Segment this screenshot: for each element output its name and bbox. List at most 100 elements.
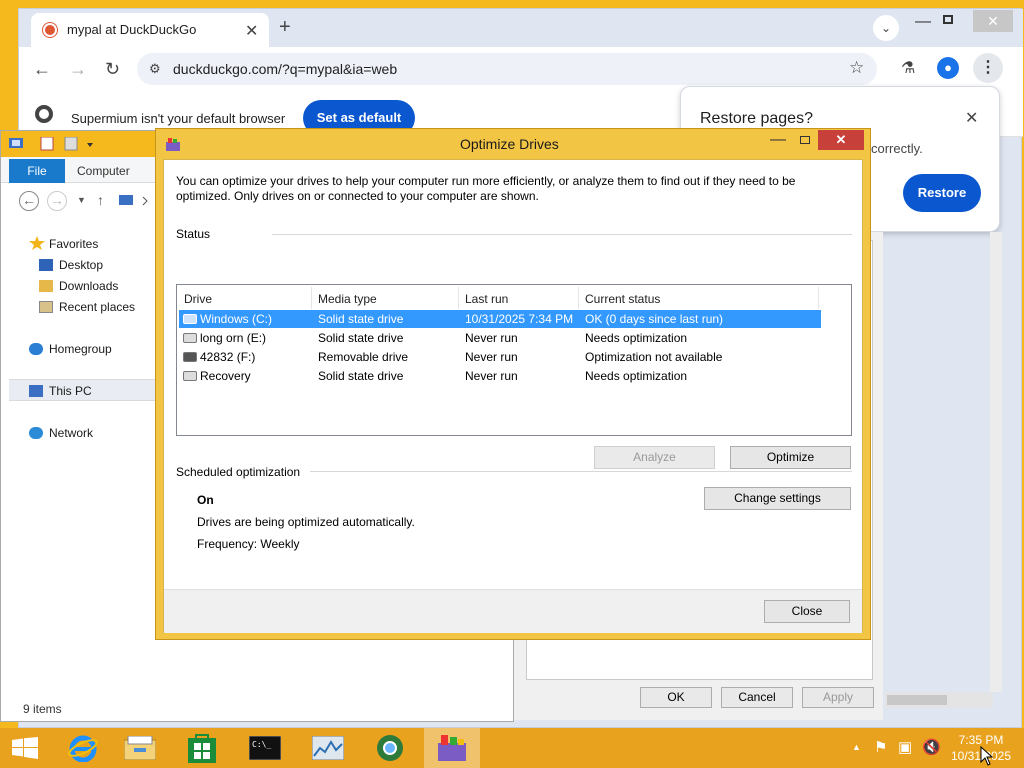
removable-drive-icon: [183, 352, 197, 362]
close-button[interactable]: Close: [764, 600, 850, 623]
desktop-icon: [39, 259, 53, 271]
site-settings-icon[interactable]: ⚙: [149, 61, 161, 77]
this-pc-icon: [29, 385, 43, 397]
col-header-media-type[interactable]: Media type: [318, 292, 377, 306]
col-header-drive[interactable]: Drive: [184, 292, 212, 306]
performance-monitor-icon: [312, 736, 344, 760]
taskbar-optimize-drives[interactable]: [424, 728, 480, 768]
back-icon[interactable]: ←: [33, 59, 51, 80]
address-bar[interactable]: ⚙ duckduckgo.com/?q=mypal&ia=web ☆: [137, 53, 877, 85]
tab-title: mypal at DuckDuckGo: [67, 22, 197, 37]
tree-item-desktop[interactable]: Desktop: [59, 258, 103, 272]
bookmark-star-icon[interactable]: ☆: [849, 58, 864, 78]
quick-access-toolbar-icon[interactable]: [9, 137, 99, 151]
taskbar-command-prompt[interactable]: C:\_: [237, 728, 293, 768]
scrollbar-thumb[interactable]: [887, 695, 947, 705]
explorer-back-icon[interactable]: ←: [19, 191, 39, 211]
drive-last-run: Never run: [465, 369, 518, 383]
drive-last-run: Never run: [465, 331, 518, 345]
up-icon[interactable]: ↑: [97, 192, 104, 208]
taskbar-ie[interactable]: [56, 728, 112, 768]
scheduled-divider: [310, 471, 852, 472]
dialog-maximize-icon[interactable]: [800, 136, 810, 144]
chromium-logo-icon: [35, 105, 53, 123]
change-settings-button[interactable]: Change settings: [704, 487, 851, 510]
dialog-close-icon[interactable]: ✕: [818, 130, 864, 150]
taskbar-performance[interactable]: [300, 728, 356, 768]
restore-close-icon[interactable]: ✕: [965, 108, 978, 128]
file-explorer-icon: [124, 736, 156, 760]
infobar-message: Supermium isn't your default browser: [71, 111, 286, 126]
favorites-star-icon: [29, 236, 45, 250]
show-hidden-icons-icon[interactable]: ▲: [852, 742, 861, 752]
apply-button[interactable]: Apply: [802, 687, 874, 708]
col-separator: [458, 287, 459, 309]
browser-minimize-icon[interactable]: —: [915, 13, 931, 31]
ribbon-file-tab[interactable]: File: [9, 159, 65, 183]
tree-item-network[interactable]: Network: [49, 426, 93, 440]
page-horizontal-scrollbar[interactable]: [885, 692, 993, 708]
browser-tab[interactable]: mypal at DuckDuckGo ✕: [31, 13, 269, 47]
reload-icon[interactable]: ↻: [105, 59, 120, 80]
taskbar-file-explorer[interactable]: [112, 728, 168, 768]
drive-media-type: Solid state drive: [318, 312, 404, 326]
cancel-button[interactable]: Cancel: [721, 687, 793, 708]
dialog-title: Optimize Drives: [460, 136, 559, 152]
tree-item-this-pc[interactable]: This PC: [49, 384, 92, 398]
tree-item-favorites[interactable]: Favorites: [49, 237, 98, 251]
dialog-footer: Close: [164, 589, 862, 633]
restore-button[interactable]: Restore: [903, 174, 981, 212]
col-header-current-status[interactable]: Current status: [585, 292, 660, 306]
new-tab-icon[interactable]: +: [279, 16, 291, 39]
tree-item-recent-places[interactable]: Recent places: [59, 300, 135, 314]
volume-muted-icon[interactable]: 🔇: [922, 738, 941, 756]
analyze-button[interactable]: Analyze: [594, 446, 715, 469]
profile-avatar-icon[interactable]: ●: [937, 57, 959, 79]
labs-flask-icon[interactable]: ⚗: [901, 58, 915, 78]
drive-last-run: 10/31/2025 7:34 PM: [465, 312, 574, 326]
drive-row-42832-f[interactable]: 42832 (F:) Removable drive Never run Opt…: [179, 348, 821, 366]
drive-media-type: Solid state drive: [318, 369, 404, 383]
drive-last-run: Never run: [465, 350, 518, 364]
drive-row-windows-c[interactable]: Windows (C:) Solid state drive 10/31/202…: [179, 310, 821, 328]
tab-close-icon[interactable]: ✕: [245, 21, 258, 41]
scheduled-description: Drives are being optimized automatically…: [197, 515, 415, 529]
drive-disk-icon: [183, 371, 197, 381]
drive-row-recovery[interactable]: Recovery Solid state drive Never run Nee…: [179, 367, 821, 385]
page-vertical-scrollbar[interactable]: [990, 232, 1002, 692]
downloads-folder-icon: [39, 280, 53, 292]
url-text: duckduckgo.com/?q=mypal&ia=web: [173, 61, 398, 77]
scheduled-state: On: [197, 493, 214, 507]
ribbon-computer-tab[interactable]: Computer: [77, 164, 130, 178]
recent-locations-icon[interactable]: ▼: [77, 195, 86, 205]
browser-close-icon[interactable]: ✕: [973, 10, 1013, 32]
forward-icon[interactable]: →: [69, 59, 87, 80]
browser-menu-icon[interactable]: ⋮: [973, 53, 1003, 83]
tree-item-homegroup[interactable]: Homegroup: [49, 342, 112, 356]
dialog-description: You can optimize your drives to help you…: [176, 174, 796, 203]
location-pc-icon[interactable]: [119, 195, 149, 207]
taskbar-browser[interactable]: [362, 728, 418, 768]
tree-item-downloads[interactable]: Downloads: [59, 279, 118, 293]
drives-list[interactable]: Drive Media type Last run Current status…: [176, 284, 852, 436]
ok-button[interactable]: OK: [640, 687, 712, 708]
taskbar: C:\_ ▲ ⚑ ▣ 🔇 7:35 PM 10/31/2025: [0, 728, 1024, 768]
dialog-minimize-icon[interactable]: —: [770, 131, 786, 149]
browser-maximize-icon[interactable]: [943, 15, 953, 24]
drive-media-type: Removable drive: [318, 350, 409, 364]
action-center-flag-icon[interactable]: ⚑: [874, 738, 887, 756]
optimize-button[interactable]: Optimize: [730, 446, 851, 469]
network-icon: [29, 427, 43, 439]
start-button[interactable]: [0, 728, 56, 768]
tab-search-icon[interactable]: ⌄: [873, 15, 899, 41]
supermium-browser-icon: [377, 735, 403, 761]
col-separator: [311, 287, 312, 309]
col-header-last-run[interactable]: Last run: [465, 292, 508, 306]
windows-logo-icon: [12, 737, 38, 759]
col-separator: [818, 287, 819, 309]
drive-row-long-orn-e[interactable]: long orn (E:) Solid state drive Never ru…: [179, 329, 821, 347]
defrag-app-icon: [166, 138, 180, 151]
network-status-icon[interactable]: ▣: [898, 738, 912, 756]
taskbar-store[interactable]: [174, 728, 230, 768]
explorer-forward-icon[interactable]: →: [47, 191, 67, 211]
